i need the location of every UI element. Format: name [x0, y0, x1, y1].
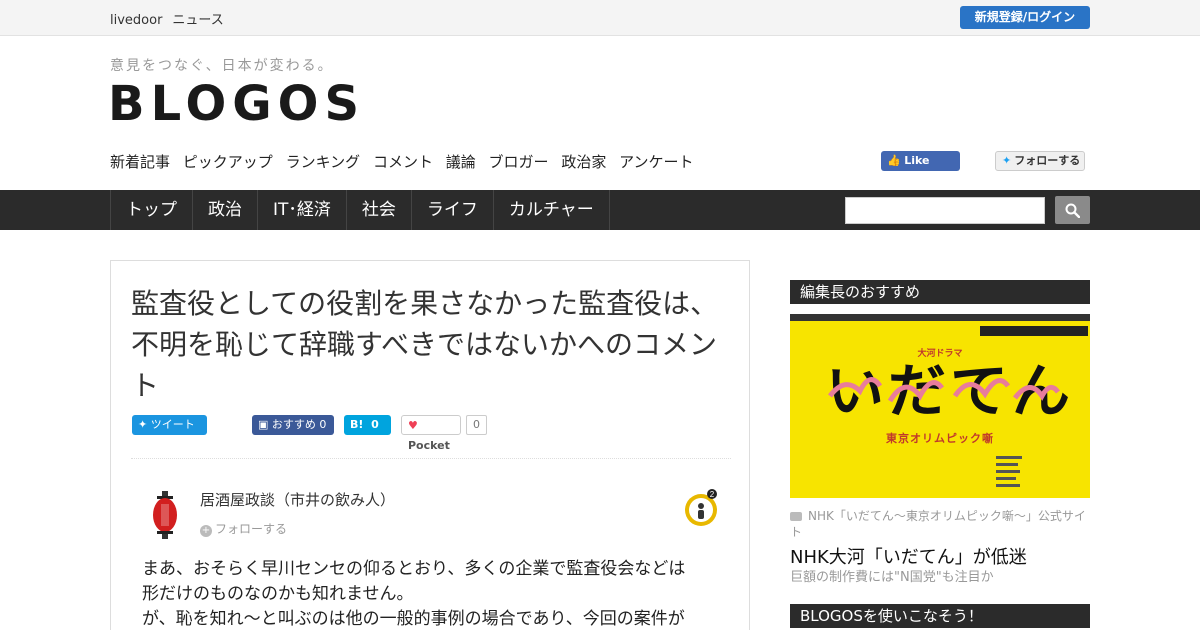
hatena-count: 0 — [371, 418, 379, 431]
running-figures-illustration — [828, 377, 1060, 403]
hatena-label: B! — [350, 418, 364, 431]
subnav-bloggers[interactable]: ブロガー — [489, 153, 549, 171]
tweet-label: ツイート — [150, 418, 195, 431]
follow-link[interactable]: + フォローする — [200, 520, 287, 537]
facebook-recommend-button[interactable]: ▣ おすすめ 0 — [252, 415, 334, 435]
search-input[interactable] — [845, 197, 1045, 224]
featured-image[interactable]: 大河ドラマ いだてん 東京オリムピック噺 — [790, 314, 1090, 498]
subnav-politicians[interactable]: 政治家 — [561, 153, 606, 171]
image-menu-strip — [980, 326, 1088, 336]
pocket-icon: ♥ — [408, 419, 418, 432]
nav-life[interactable]: ライフ — [412, 190, 494, 230]
facebook-like-button[interactable]: 👍 Like 132K — [881, 151, 960, 187]
featured-subheadline: 巨額の制作費には"N国党"も注目か — [790, 570, 994, 585]
tw-follow-label: フォローする — [1014, 154, 1081, 167]
nav-it-economy[interactable]: IT･経済 — [258, 190, 347, 230]
fb-recommend-label: おすすめ — [271, 418, 316, 431]
blogos-guide-heading: BLOGOSを使いこなそう！ — [790, 604, 1090, 628]
brand-news: ニュース — [172, 13, 224, 28]
follow-label: フォローする — [215, 522, 288, 536]
image-caption: NHK「いだてん〜東京オリムピック噺〜」公式サイト — [790, 508, 1090, 540]
pocket-label: Pocket — [408, 439, 450, 452]
twitter-bird-icon: ✦ — [138, 418, 148, 431]
comment-line: まあ、おそらく早川センセの仰るとおり、多くの企業で監査役会などは — [142, 559, 686, 579]
facebook-icon: ▣ — [258, 418, 269, 431]
article-title: 監査役としての役割を果さなかった監査役は、不明を恥じて辞職すべきではないかへのコ… — [131, 287, 719, 402]
feature-subtitle: 東京オリムピック噺 — [886, 432, 994, 445]
blogos-logo[interactable]: BLOGOS — [108, 76, 365, 132]
author-name[interactable]: 居酒屋政談（市井の飲み人） — [200, 489, 395, 510]
camera-icon — [790, 512, 802, 521]
fb-like-count: 132K — [887, 174, 916, 187]
divider — [131, 458, 731, 459]
twitter-follow-button[interactable]: ✦ フォローする — [995, 151, 1085, 171]
comment-line: が、恥を知れ～と叫ぶのは他の一般的事例の場合であり、今回の案件が — [142, 609, 685, 629]
fb-like-label: Like — [904, 154, 930, 167]
tweet-button[interactable]: ✦ ツイート — [132, 415, 207, 435]
subnav-comments[interactable]: コメント — [373, 153, 433, 171]
site-tagline: 意見をつなぐ、日本が変わる。 — [110, 58, 334, 74]
top-bar: livedoor ニュース 新規登録/ログイン — [0, 0, 1200, 36]
comment-line: 形だけのものなのかも知れません。 — [142, 584, 414, 604]
pocket-button[interactable]: ♥ Pocket — [401, 415, 461, 452]
caption-text: NHK「いだてん〜東京オリムピック噺〜」公式サイト — [790, 509, 1086, 539]
nav-society[interactable]: 社会 — [347, 190, 412, 230]
nav-top[interactable]: トップ — [111, 190, 193, 230]
brand-livedoor: livedoor — [110, 13, 163, 28]
search-icon — [1065, 203, 1080, 218]
broadcast-info-block — [996, 456, 1022, 487]
lantern-avatar-icon[interactable] — [151, 491, 179, 539]
nav-culture[interactable]: カルチャー — [494, 190, 610, 230]
nav-politics[interactable]: 政治 — [193, 190, 258, 230]
subnav-ranking[interactable]: ランキング — [286, 153, 361, 171]
subnav-survey[interactable]: アンケート — [619, 153, 693, 171]
livedoor-brand[interactable]: livedoor ニュース — [110, 9, 234, 28]
fb-recommend-count: 0 — [319, 418, 327, 431]
subnav-debate[interactable]: 議論 — [446, 153, 476, 171]
search-button[interactable] — [1055, 196, 1090, 224]
image-top-strip — [790, 314, 1090, 321]
pocket-count: 0 — [466, 415, 487, 435]
subnav-new-articles[interactable]: 新着記事 — [110, 153, 170, 171]
article-card: 監査役としての役割を果さなかった監査役は、不明を恥じて辞職すべきではないかへのコ… — [110, 260, 750, 630]
comment-body: まあ、おそらく早川センセの仰るとおり、多くの企業で監査役会などは 形だけのものな… — [142, 557, 732, 630]
plus-icon: + — [200, 525, 212, 537]
subnav-pickup[interactable]: ピックアップ — [183, 153, 273, 171]
medal-badge-icon: 2 — [685, 489, 717, 526]
twitter-bird-icon: ✦ — [1002, 154, 1012, 167]
sub-navigation: 新着記事 ピックアップ ランキング コメント 議論 ブロガー 政治家 アンケート — [110, 151, 702, 172]
register-login-button[interactable]: 新規登録/ログイン — [960, 6, 1090, 29]
editor-picks-heading: 編集長のおすすめ — [790, 280, 1090, 304]
hatena-bookmark-button[interactable]: B! 0 — [344, 415, 391, 435]
thumbs-up-icon: 👍 — [887, 154, 901, 167]
badge-count: 2 — [710, 490, 715, 499]
